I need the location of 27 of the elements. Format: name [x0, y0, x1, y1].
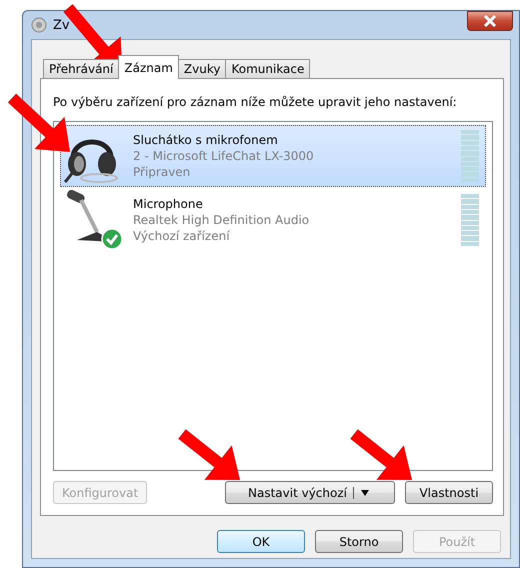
window-title: Zv — [53, 18, 71, 32]
button[interactable]: Vlastnosti — [405, 481, 493, 504]
device-name: Sluchátko s mikrofonem — [133, 132, 279, 148]
speaker-icon — [31, 17, 47, 33]
arrow-annotation — [8, 94, 70, 152]
dialog-button[interactable]: Storno — [315, 530, 403, 553]
device-status: Připraven — [133, 164, 192, 180]
device-driver: 2 - Microsoft LifeChat LX-3000 — [133, 148, 315, 164]
dialog-button[interactable]: OK — [217, 530, 305, 553]
level-meter — [461, 194, 479, 246]
tab[interactable]: Komunikace — [225, 59, 310, 79]
instruction-text: Po výběru zařízení pro záznam níže můžete upravit jeho nastavení: — [53, 95, 458, 109]
device-status: Výchozí zařízení — [133, 228, 231, 244]
caret-icon — [352, 486, 372, 498]
tab[interactable]: Zvuky — [178, 59, 226, 79]
arrow-annotation — [178, 429, 240, 480]
split-button[interactable]: Nastavit výchozí — [225, 481, 395, 504]
close-button[interactable] — [467, 11, 513, 31]
close-icon — [483, 15, 497, 27]
tab[interactable]: Záznam — [118, 55, 179, 79]
device-row[interactable]: Microphone Realtek High Definition Audio Výchozí zařízení — [60, 189, 486, 251]
level-meter — [461, 130, 479, 182]
tab[interactable]: Přehrávání — [43, 59, 120, 79]
device-name: Microphone — [133, 196, 204, 212]
device-driver: Realtek High Definition Audio — [133, 212, 310, 228]
arrow-annotation — [350, 429, 412, 480]
device-row[interactable]: Sluchátko s mikrofonem 2 - Microsoft LifeChat LX-3000 Připraven — [60, 125, 486, 187]
